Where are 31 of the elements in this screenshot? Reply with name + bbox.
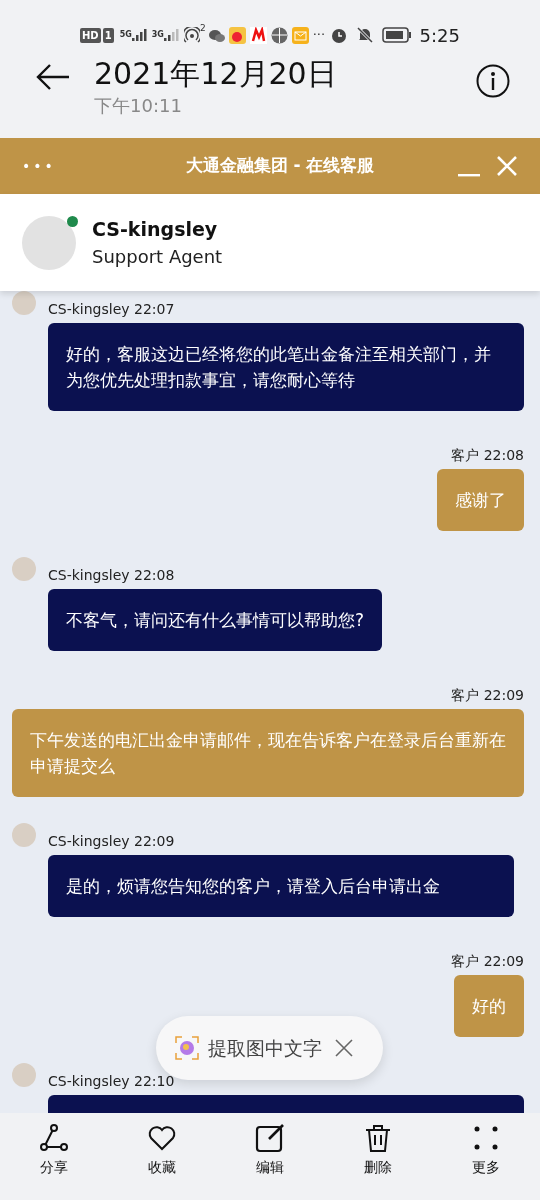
message-bubble: 好的，客服这边已经将您的此笔出金备注至相关部门，并为您优先处理扣款事宜，请您耐心等待: [48, 323, 524, 411]
message-meta: CS-kingsley 22:07: [48, 300, 176, 319]
more-notifications: ···: [312, 26, 326, 45]
message-meta: 客户 22:09: [450, 952, 524, 971]
clock: 5:25: [419, 23, 460, 48]
message-bubble: 感谢了: [437, 469, 524, 531]
sim-label: 1: [102, 27, 114, 43]
message-meta: CS-kingsley 22:08: [48, 566, 176, 585]
toast-label: 提取图中文字: [208, 1035, 322, 1061]
message-meta: CS-kingsley 22:10: [48, 1072, 176, 1091]
network-label: 3G: [151, 29, 164, 41]
message-meta: CS-kingsley 22:09: [48, 832, 176, 851]
agent-name: CS-kingsley: [92, 216, 219, 242]
message-bubble: 下午发送的电汇出金申请邮件，现在告诉客户在登录后台重新在申请提交么: [12, 709, 524, 797]
hotspot-count: 2: [199, 22, 206, 35]
message-meta: 客户 22:09: [450, 686, 524, 705]
favorite-button[interactable]: 收藏: [108, 1113, 216, 1198]
agent-role: Support Agent: [92, 245, 223, 270]
network-label: HD: [80, 27, 101, 43]
message-bubble: 不客气，请问还有什么事情可以帮助您?: [48, 589, 383, 651]
network-label: 5G: [119, 29, 132, 41]
share-button[interactable]: 分享: [0, 1113, 108, 1198]
message-bubble: 好的: [454, 975, 524, 1037]
chat-title: 大通金融集团 - 在线客服: [184, 154, 376, 178]
time-subtitle: 下午10:11: [94, 94, 183, 118]
edit-button[interactable]: 编辑: [216, 1113, 324, 1198]
message-meta: 客户 22:08: [450, 446, 524, 465]
message-bubble: 是的，烦请您告知您的客户，请登入后台申请出金: [48, 855, 515, 917]
delete-button[interactable]: 删除: [324, 1113, 432, 1198]
more-button[interactable]: 更多: [432, 1113, 540, 1198]
date-title: 2021年12月20日: [94, 56, 338, 92]
